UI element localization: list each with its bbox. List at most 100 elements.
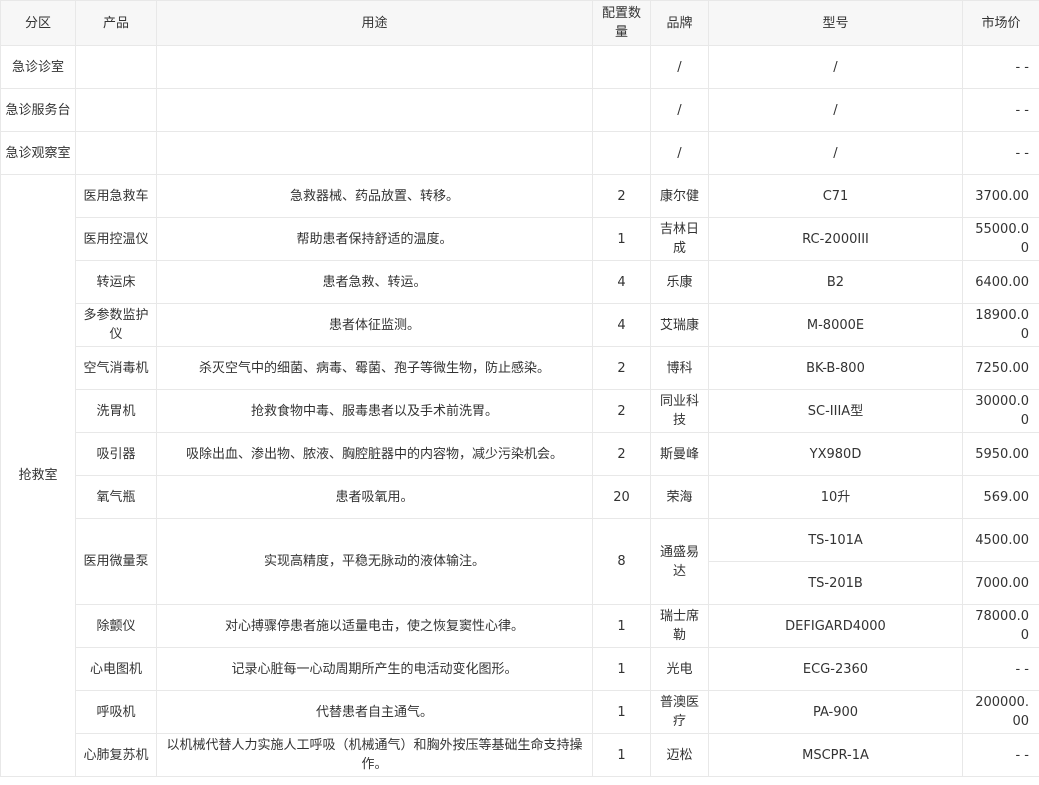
- qty-cell: [592, 131, 651, 175]
- table-row: 多参数监护仪 患者体征监测。 4 艾瑞康 M-8000E 18900.00: [1, 303, 1039, 347]
- brand-cell: 普澳医疗: [650, 690, 709, 734]
- header-brand: 品牌: [650, 0, 709, 46]
- model-cell: /: [708, 45, 963, 89]
- model-cell: YX980D: [708, 432, 963, 476]
- brand-cell: 通盛易达: [650, 518, 709, 605]
- model-cell: 10升: [708, 475, 963, 519]
- qty-cell: 4: [592, 303, 651, 347]
- use-cell: 患者急救、转运。: [156, 260, 593, 304]
- table-row: 急诊观察室 / / - -: [0, 131, 1039, 175]
- header-zone: 分区: [0, 0, 76, 46]
- qty-cell: 2: [592, 346, 651, 390]
- zone-cell-rescue: 抢救室: [0, 174, 76, 777]
- model-cell: DEFIGARD4000: [708, 604, 963, 648]
- price-cell: 7000.00: [962, 561, 1039, 605]
- price-cell: 6400.00: [962, 260, 1039, 304]
- table-row: 心肺复苏机 以机械代替人力实施人工呼吸（机械通气）和胸外按压等基础生命支持操作。…: [1, 733, 1039, 777]
- table-row: 吸引器 吸除出血、渗出物、脓液、胸腔脏器中的内容物，减少污染机会。 2 斯曼峰 …: [1, 432, 1039, 476]
- model-cell: PA-900: [708, 690, 963, 734]
- header-qty: 配置数量: [592, 0, 651, 46]
- table-row: 氧气瓶 患者吸氧用。 20 荣海 10升 569.00: [1, 475, 1039, 519]
- price-cell: 5950.00: [962, 432, 1039, 476]
- qty-cell: 2: [592, 389, 651, 433]
- price-cell: - -: [962, 647, 1039, 691]
- model-cell: B2: [708, 260, 963, 304]
- use-cell: 患者吸氧用。: [156, 475, 593, 519]
- model-cell: TS-201B: [708, 561, 963, 605]
- product-cell: 多参数监护仪: [75, 303, 157, 347]
- use-cell: [156, 88, 593, 132]
- use-cell: 杀灭空气中的细菌、病毒、霉菌、孢子等微生物，防止感染。: [156, 346, 593, 390]
- brand-cell: 同业科技: [650, 389, 709, 433]
- product-cell: 吸引器: [75, 432, 157, 476]
- table-row: 医用控温仪 帮助患者保持舒适的温度。 1 吉林日成 RC-2000III 550…: [1, 217, 1039, 261]
- use-cell: 实现高精度，平稳无脉动的液体输注。: [156, 518, 593, 605]
- product-cell: 呼吸机: [75, 690, 157, 734]
- qty-cell: 1: [592, 647, 651, 691]
- use-cell: 患者体征监测。: [156, 303, 593, 347]
- qty-cell: 1: [592, 217, 651, 261]
- use-cell: 以机械代替人力实施人工呼吸（机械通气）和胸外按压等基础生命支持操作。: [156, 733, 593, 777]
- qty-cell: 8: [592, 518, 651, 605]
- price-cell: 78000.00: [962, 604, 1039, 648]
- price-cell: - -: [962, 45, 1039, 89]
- table-header: 分区 产品 用途 配置数量 品牌 型号 市场价: [0, 0, 1039, 46]
- qty-cell: [592, 88, 651, 132]
- model-cell: MSCPR-1A: [708, 733, 963, 777]
- qty-cell: 2: [592, 174, 651, 218]
- table-row: 转运床 患者急救、转运。 4 乐康 B2 6400.00: [1, 260, 1039, 304]
- equipment-table: 分区 产品 用途 配置数量 品牌 型号 市场价 急诊诊室 / / - - 急诊服…: [0, 0, 1039, 777]
- price-cell: - -: [962, 88, 1039, 132]
- price-cell: 7250.00: [962, 346, 1039, 390]
- table-row: 空气消毒机 杀灭空气中的细菌、病毒、霉菌、孢子等微生物，防止感染。 2 博科 B…: [1, 346, 1039, 390]
- price-cell: 3700.00: [962, 174, 1039, 218]
- product-cell: [75, 88, 157, 132]
- use-cell: 帮助患者保持舒适的温度。: [156, 217, 593, 261]
- table-row: 洗胃机 抢救食物中毒、服毒患者以及手术前洗胃。 2 同业科技 SC-IIIA型 …: [1, 389, 1039, 433]
- product-cell: [75, 45, 157, 89]
- product-cell: 医用急救车: [75, 174, 157, 218]
- brand-cell: /: [650, 131, 709, 175]
- price-cell: 4500.00: [962, 518, 1039, 562]
- use-cell: [156, 45, 593, 89]
- brand-cell: 康尔健: [650, 174, 709, 218]
- brand-cell: 迈松: [650, 733, 709, 777]
- qty-cell: 1: [592, 733, 651, 777]
- price-cell: 18900.00: [962, 303, 1039, 347]
- use-cell: 吸除出血、渗出物、脓液、胸腔脏器中的内容物，减少污染机会。: [156, 432, 593, 476]
- product-cell: 除颤仪: [75, 604, 157, 648]
- brand-cell: 吉林日成: [650, 217, 709, 261]
- table-row: 急诊诊室 / / - -: [0, 45, 1039, 89]
- price-cell: 30000.00: [962, 389, 1039, 433]
- qty-cell: 4: [592, 260, 651, 304]
- header-model: 型号: [708, 0, 963, 46]
- model-cell: C71: [708, 174, 963, 218]
- product-cell: 医用微量泵: [75, 518, 157, 605]
- brand-cell: 乐康: [650, 260, 709, 304]
- brand-cell: 光电: [650, 647, 709, 691]
- model-cell: BK-B-800: [708, 346, 963, 390]
- use-cell: 记录心脏每一心动周期所产生的电活动变化图形。: [156, 647, 593, 691]
- product-cell: 医用控温仪: [75, 217, 157, 261]
- product-cell: 空气消毒机: [75, 346, 157, 390]
- price-cell: 569.00: [962, 475, 1039, 519]
- table-row: 心电图机 记录心脏每一心动周期所产生的电活动变化图形。 1 光电 ECG-236…: [1, 647, 1039, 691]
- qty-cell: 20: [592, 475, 651, 519]
- table-row: 医用微量泵 实现高精度，平稳无脉动的液体输注。 8 通盛易达 TS-101A 4…: [1, 518, 1039, 605]
- product-cell: 心肺复苏机: [75, 733, 157, 777]
- header-use: 用途: [156, 0, 593, 46]
- product-cell: 洗胃机: [75, 389, 157, 433]
- brand-cell: /: [650, 45, 709, 89]
- qty-cell: 1: [592, 604, 651, 648]
- use-cell: 代替患者自主通气。: [156, 690, 593, 734]
- use-cell: [156, 131, 593, 175]
- qty-cell: 1: [592, 690, 651, 734]
- model-cell: ECG-2360: [708, 647, 963, 691]
- model-cell: SC-IIIA型: [708, 389, 963, 433]
- product-cell: 氧气瓶: [75, 475, 157, 519]
- table-row: 急诊服务台 / / - -: [0, 88, 1039, 132]
- product-cell: [75, 131, 157, 175]
- table-row: 抢救室 医用急救车 急救器械、药品放置、转移。 2 康尔健 C71 3700.0…: [0, 174, 1039, 777]
- brand-cell: 荣海: [650, 475, 709, 519]
- brand-cell: 瑞士席勒: [650, 604, 709, 648]
